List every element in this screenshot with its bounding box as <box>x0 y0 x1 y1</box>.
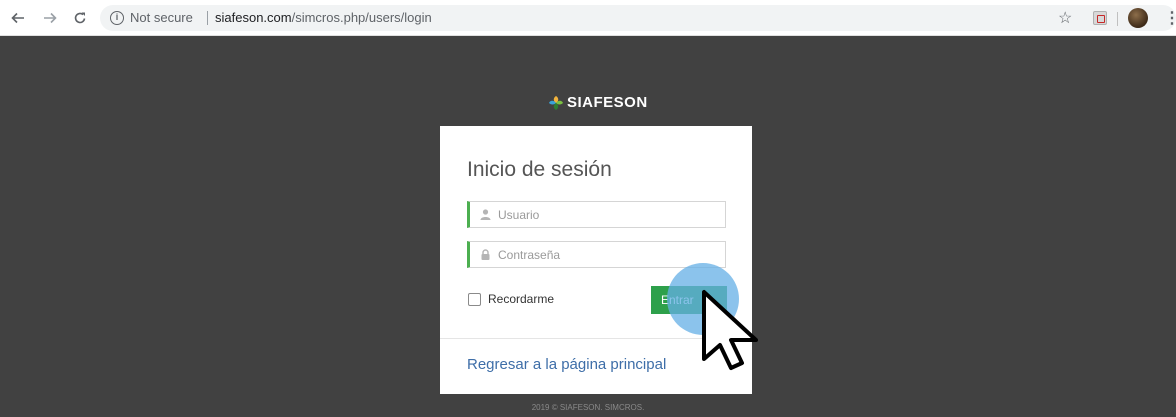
profile-avatar[interactable] <box>1128 8 1148 28</box>
info-icon[interactable]: i <box>110 11 124 25</box>
footer-text: 2019 © SIAFESON. SIMCROS. <box>531 403 645 412</box>
toolbar-divider <box>1117 12 1118 26</box>
password-field[interactable] <box>467 241 726 268</box>
url-path: /simcros.php/users/login <box>291 10 432 25</box>
security-label: Not secure <box>130 10 193 25</box>
submit-button[interactable]: Entrar <box>651 286 727 314</box>
login-title: Inicio de sesión <box>467 158 612 181</box>
url-host: siafeson.com <box>215 10 292 25</box>
username-input[interactable] <box>498 202 723 227</box>
card-divider <box>440 338 752 339</box>
page-background: SIAFESON Inicio de sesión Recordarme Ent… <box>0 36 1176 417</box>
login-card: Inicio de sesión Recordarme Entrar Regre… <box>440 126 752 394</box>
back-to-home-link[interactable]: Regresar a la página principal <box>467 356 666 373</box>
user-icon <box>480 209 491 220</box>
lock-icon <box>481 249 490 260</box>
arrow-left-icon[interactable] <box>8 8 28 28</box>
username-field[interactable] <box>467 201 726 228</box>
pdf-extension-icon[interactable] <box>1093 11 1107 25</box>
remember-label: Recordarme <box>488 292 555 306</box>
reload-icon[interactable] <box>70 8 90 28</box>
remember-checkbox[interactable] <box>468 292 481 306</box>
brand-logo: SIAFESON <box>548 94 648 111</box>
url-divider <box>207 11 208 25</box>
leaf-logo-icon <box>549 95 563 110</box>
kebab-menu-icon[interactable]: ⋮ <box>1164 8 1176 28</box>
arrow-right-icon[interactable] <box>40 8 60 28</box>
password-input[interactable] <box>498 242 723 267</box>
url-text[interactable]: siafeson.com/simcros.php/users/login <box>215 10 432 25</box>
address-bar[interactable]: i Not secure siafeson.com/simcros.php/us… <box>100 5 1176 31</box>
star-icon[interactable]: ☆ <box>1058 8 1072 28</box>
remember-me[interactable]: Recordarme <box>468 292 554 306</box>
brand-name: SIAFESON <box>567 94 648 111</box>
browser-toolbar: i Not secure siafeson.com/simcros.php/us… <box>0 0 1176 36</box>
